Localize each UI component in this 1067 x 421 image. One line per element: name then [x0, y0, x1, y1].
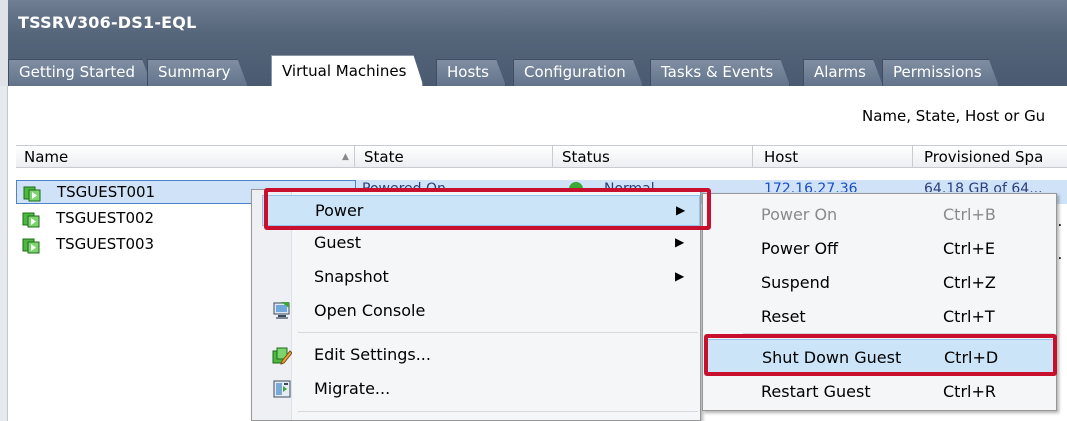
menu-item-label: Migrate... [314, 379, 391, 398]
submenu-item-reset[interactable]: Reset Ctrl+T [703, 299, 1058, 333]
column-header-status[interactable]: Status [562, 148, 610, 166]
menu-item-label: Open Console [314, 301, 426, 320]
menu-item-label: Guest [314, 233, 361, 252]
vm-powered-on-icon [23, 184, 41, 202]
submenu-item-label: Suspend [761, 273, 830, 292]
shortcut-label: Ctrl+Z [943, 273, 996, 292]
submenu-item-power-off[interactable]: Power Off Ctrl+E [703, 231, 1058, 265]
menu-item-label: Snapshot [314, 267, 389, 286]
menu-item-snapshot[interactable]: Snapshot ▶ [252, 262, 702, 293]
submenu-item-restart-guest[interactable]: Restart Guest Ctrl+R [703, 374, 1058, 408]
console-icon [272, 301, 292, 321]
column-divider[interactable] [354, 146, 355, 168]
migrate-icon [272, 379, 292, 399]
column-header-host[interactable]: Host [764, 148, 798, 166]
column-header-state[interactable]: State [364, 148, 404, 166]
cell-provisioned: 64.18 GB of 64... [924, 181, 1043, 192]
tab-hosts[interactable]: Hosts [436, 59, 506, 86]
filter-label[interactable]: Name, State, Host or Gu [862, 107, 1045, 125]
vm-name: TSGUEST002 [56, 209, 155, 227]
tab-configuration[interactable]: Configuration [513, 59, 643, 86]
submenu-arrow-icon: ▶ [675, 235, 685, 249]
column-header-provisioned[interactable]: Provisioned Spa [924, 148, 1043, 166]
menu-item-edit-settings[interactable]: Edit Settings... [252, 340, 702, 371]
menu-item-open-console[interactable]: Open Console [252, 296, 702, 327]
tab-permissions[interactable]: Permissions [882, 59, 999, 86]
datastore-title: TSSRV306-DS1-EQL [18, 13, 197, 32]
menu-item-migrate[interactable]: Migrate... [252, 374, 702, 405]
annotation-highlight-power [264, 188, 711, 230]
vm-name: TSGUEST003 [56, 235, 155, 253]
menu-item-guest[interactable]: Guest ▶ [252, 228, 702, 259]
sort-ascending-icon: ▲ [342, 152, 349, 162]
cell-host-link[interactable]: 172.16.27.36 [764, 181, 874, 192]
annotation-highlight-shut-down-guest [704, 334, 1057, 376]
vm-powered-on-icon [22, 210, 40, 228]
submenu-item-label: Power On [761, 205, 838, 224]
menu-separator [298, 411, 698, 412]
shortcut-label: Ctrl+B [943, 205, 996, 224]
submenu-item-suspend[interactable]: Suspend Ctrl+Z [703, 265, 1058, 299]
partial-menu-icon [270, 415, 290, 421]
shortcut-label: Ctrl+T [943, 307, 995, 326]
power-submenu: Power On Ctrl+B Power Off Ctrl+E Suspend… [702, 193, 1057, 411]
column-divider[interactable] [912, 146, 913, 168]
table-header: Name ▲ State Status Host Provisioned Spa [16, 145, 1067, 168]
tab-tasks-events[interactable]: Tasks & Events [650, 59, 790, 86]
tab-alarms[interactable]: Alarms [803, 59, 883, 86]
edit-settings-icon [272, 345, 293, 365]
shortcut-label: Ctrl+R [943, 382, 996, 401]
vm-name: TSGUEST001 [57, 183, 156, 201]
submenu-item-label: Power Off [761, 239, 839, 258]
vm-powered-on-icon [22, 236, 40, 254]
menu-separator [298, 332, 698, 333]
left-panel-edge-lower [0, 86, 8, 421]
column-header-name[interactable]: Name [24, 148, 68, 166]
submenu-item-label: Reset [761, 307, 806, 326]
column-divider[interactable] [752, 146, 753, 168]
tab-summary[interactable]: Summary [147, 59, 248, 86]
tab-getting-started[interactable]: Getting Started [8, 59, 152, 86]
submenu-item-label: Restart Guest [761, 382, 871, 401]
left-panel-edge [0, 0, 8, 86]
menu-item-label: Edit Settings... [314, 345, 431, 364]
submenu-item-power-on: Power On Ctrl+B [703, 197, 1058, 231]
tab-bar: Getting Started Summary Virtual Machines… [8, 55, 1067, 86]
column-divider[interactable] [552, 146, 553, 168]
submenu-arrow-icon: ▶ [675, 269, 685, 283]
tab-virtual-machines[interactable]: Virtual Machines [271, 55, 423, 86]
shortcut-label: Ctrl+E [943, 239, 995, 258]
